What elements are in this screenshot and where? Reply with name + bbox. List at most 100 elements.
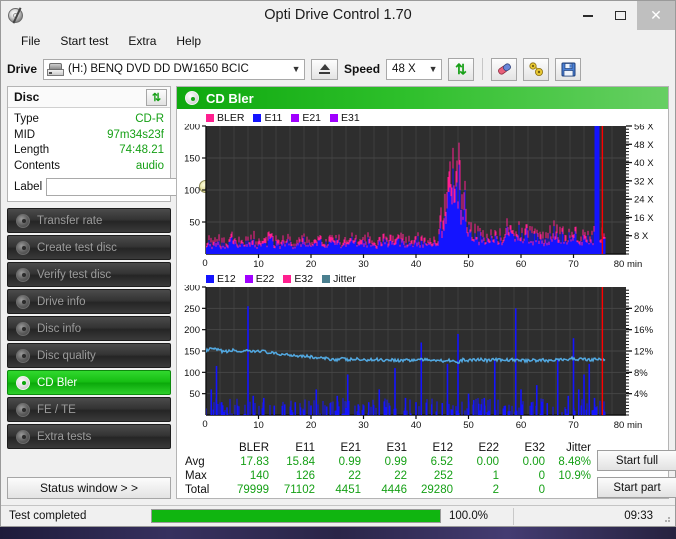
svg-text:100: 100 [184,186,200,197]
status-divider [513,507,514,525]
sidebar-item-extra-tests[interactable]: Extra tests [7,424,171,449]
sidebar-item-disc-quality[interactable]: Disc quality [7,343,171,368]
disc-row-type: Type CD-R [14,112,164,128]
app-disc-icon [7,6,25,25]
disc-label-input[interactable] [46,177,195,196]
legend-item-e11: E11 [253,112,282,124]
jitter-plot-area[interactable]: 50 100 150 200 250 300 0 10 20 30 40 50 60 70 80 min 4%… [180,285,666,431]
sidebar-item-label: Create test disc [37,241,117,254]
col-e22: E22 [478,442,499,454]
cell: 140 [249,469,269,482]
disc-row-key: Type [14,113,39,125]
sidebar-item-label: Extra tests [37,430,92,443]
start-part-button[interactable]: Start part [597,477,676,498]
sidebar-item-label: Transfer rate [37,214,103,227]
svg-text:50: 50 [463,420,474,431]
disc-icon [16,429,30,444]
menu-start-test[interactable]: Start test [50,32,118,50]
cell: 22 [394,469,407,482]
drive-select[interactable]: (H:) BENQ DVD DD DW1650 BCIC ▼ [43,58,306,80]
row-label-max: Max [185,469,207,482]
svg-text:10: 10 [253,259,264,270]
tools-button[interactable] [523,57,550,81]
drive-icon [47,62,65,76]
disc-icon [16,348,30,363]
disc-row-contents: Contents audio [14,159,164,175]
start-full-button[interactable]: Start full [597,450,676,471]
bler-plot-area[interactable]: 50 100 150 200 0 10 20 30 40 50 60 70 80 min 8 X 16 X 2… [180,124,666,270]
cell: 252 [433,469,453,482]
resize-grip-icon[interactable] [661,513,671,523]
cell: 4451 [335,484,361,497]
svg-text:16%: 16% [634,325,654,336]
sidebar-item-label: Drive info [37,295,86,308]
left-sidebar: Disc ⇅ Type CD-R MID 97m34s23f Length 74… [7,86,214,505]
chevron-down-icon: ▼ [428,64,438,74]
sidebar-item-fe-te[interactable]: FE / TE [7,397,171,422]
action-buttons: Start full Start part [597,442,676,498]
speed-select[interactable]: 48 X ▼ [386,58,443,80]
legend-item-e12: E12 [206,273,236,285]
svg-text:100: 100 [184,368,200,379]
window-controls: ✕ [571,1,675,30]
status-message: Test completed [9,510,87,522]
col-e12: E12 [432,442,453,454]
chart-panel-title: CD Bler [206,90,254,106]
cell: 22 [348,469,361,482]
svg-text:60: 60 [516,259,527,270]
disc-icon [16,294,30,309]
legend-label: Jitter [333,272,356,285]
table-row: Avg 17.83 15.84 0.99 0.99 6.52 0.00 0.00… [183,455,597,469]
eject-button[interactable] [311,58,339,80]
minimize-button[interactable] [571,1,604,30]
disc-row-value: 97m34s23f [107,128,164,141]
col-e11: E11 [295,442,315,454]
close-button[interactable]: ✕ [637,1,675,30]
disc-refresh-button[interactable]: ⇅ [146,88,167,106]
disc-icon [185,91,199,105]
svg-text:300: 300 [184,285,200,294]
svg-text:20%: 20% [634,304,654,315]
sidebar-item-create-test-disc[interactable]: Create test disc [7,235,171,260]
menu-help[interactable]: Help [166,32,211,50]
svg-text:200: 200 [184,124,200,133]
svg-text:30: 30 [358,259,369,270]
disc-info-rows: Type CD-R MID 97m34s23f Length 74:48.21 … [8,108,214,201]
chart-panel-header: CD Bler [177,87,668,109]
maximize-button[interactable] [604,1,637,30]
save-button[interactable] [555,57,582,81]
legend-item-e22: E22 [244,273,274,285]
sidebar-item-disc-info[interactable]: Disc info [7,316,171,341]
svg-text:50: 50 [189,389,200,400]
svg-text:32 X: 32 X [634,176,654,187]
status-window-button[interactable]: Status window > > [7,477,171,499]
refresh-button[interactable]: ⇅ [448,57,475,81]
svg-text:4%: 4% [634,389,648,400]
sidebar-item-drive-info[interactable]: Drive info [7,289,171,314]
row-label-total: Total [185,484,210,497]
legend-label: BLER [217,111,245,124]
cell: 29280 [421,484,453,497]
sidebar-item-transfer-rate[interactable]: Transfer rate [7,208,171,233]
svg-text:70: 70 [568,259,579,270]
cell: 17.83 [240,455,269,468]
sidebar-item-cd-bler[interactable]: CD Bler [7,370,171,395]
statistics-table: BLER E11 E21 E31 E12 E22 E32 Jitter Avg [183,442,597,498]
disc-panel-header: Disc ⇅ [8,87,170,108]
svg-text:10: 10 [253,420,264,431]
progress-bar-fill [152,510,440,522]
erase-button[interactable] [491,57,518,81]
disc-icon [16,402,30,417]
sidebar-item-label: FE / TE [37,403,76,416]
sidebar-item-label: Verify test disc [37,268,112,281]
sidebar-item-label: CD Bler [37,376,78,389]
disc-row-length: Length 74:48.21 [14,143,164,159]
menu-extra[interactable]: Extra [118,32,166,50]
title-bar: Opti Drive Control 1.70 ✕ [1,1,675,30]
eraser-icon [497,63,511,75]
menu-file[interactable]: File [11,32,50,50]
progress-bar [151,509,441,523]
sidebar-item-verify-test-disc[interactable]: Verify test disc [7,262,171,287]
save-icon [561,62,576,76]
legend-item-jitter: Jitter [322,273,356,285]
